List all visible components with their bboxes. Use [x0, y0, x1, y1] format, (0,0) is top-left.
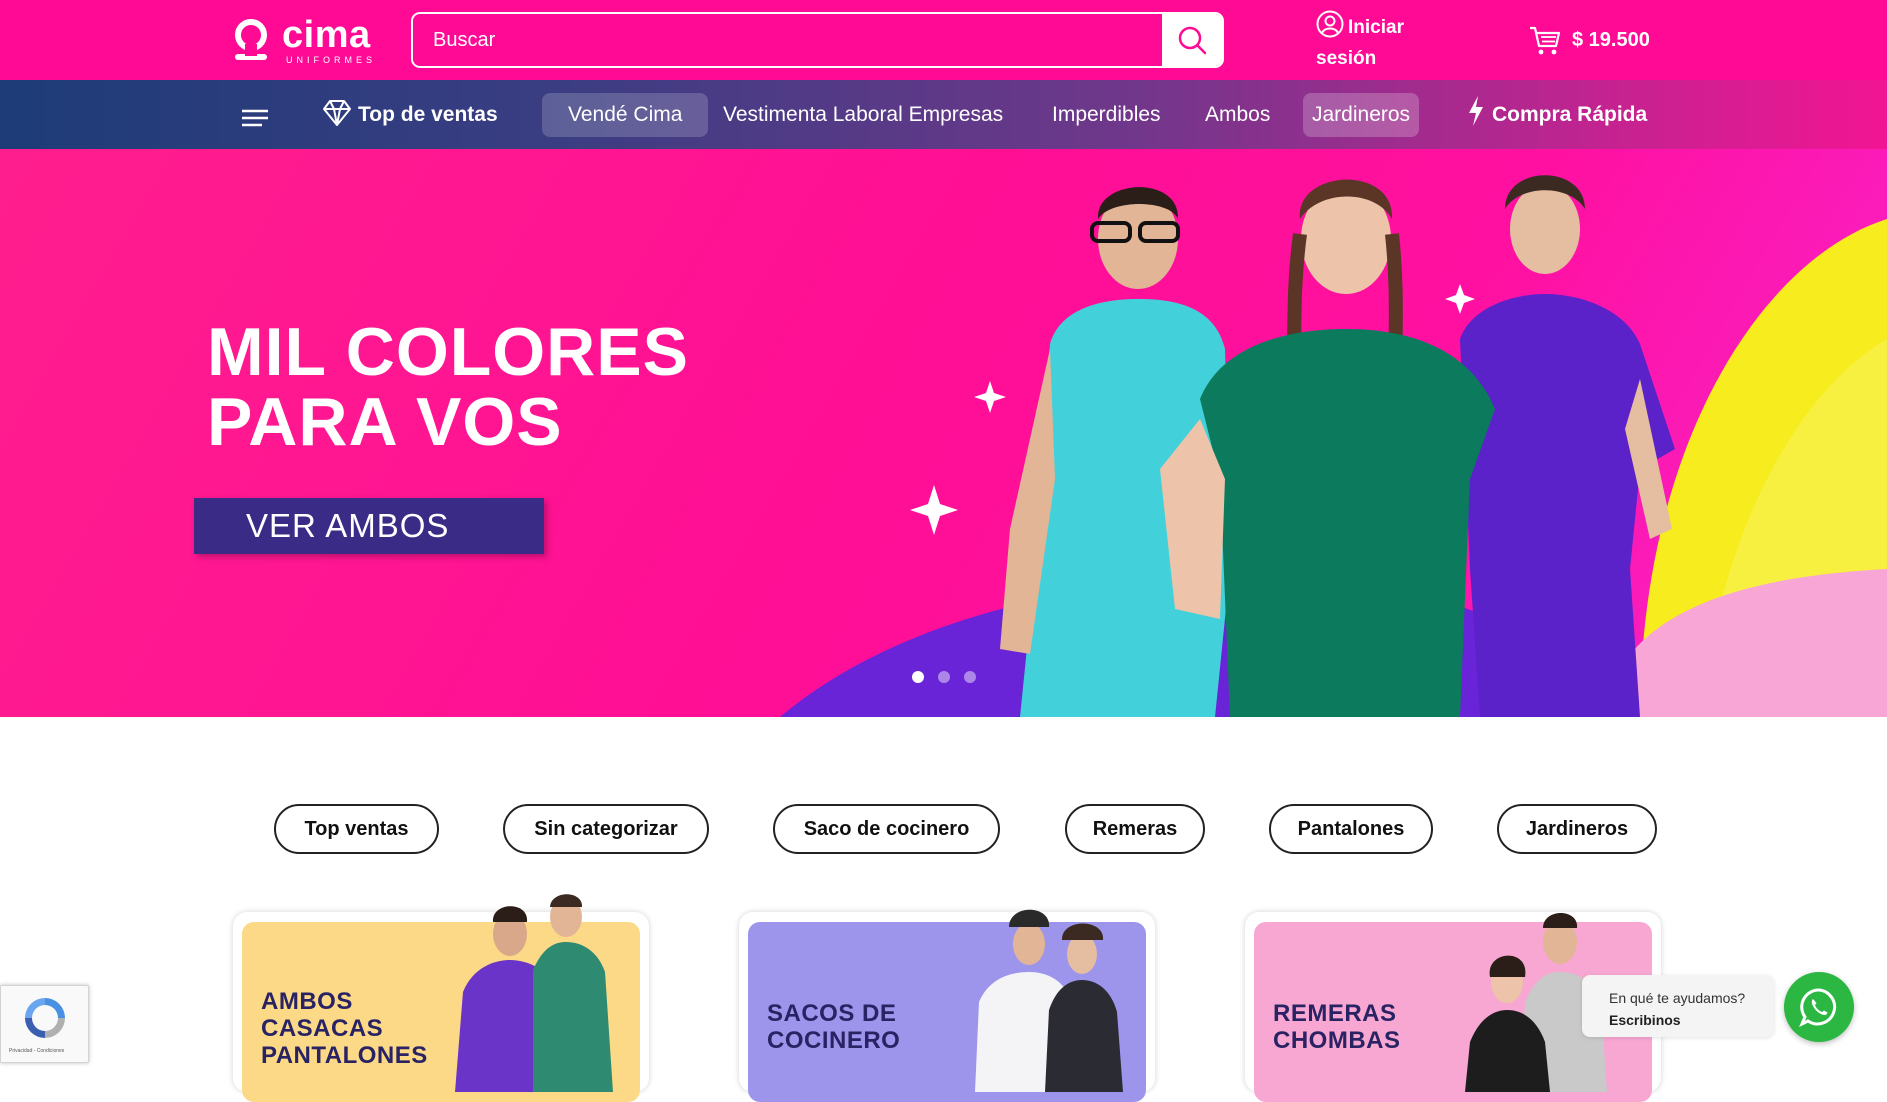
category-pill-saco-de-cocinero[interactable]: Saco de cocinero — [773, 804, 1000, 854]
carousel-dot[interactable] — [938, 671, 950, 683]
whatsapp-icon — [1799, 988, 1837, 1028]
category-card-ambos[interactable]: AMBOS CASACAS PANTALONES — [233, 894, 649, 1102]
search-icon — [1178, 26, 1207, 55]
diamond-icon — [323, 100, 351, 126]
carousel-dot[interactable] — [912, 671, 924, 683]
search-bar — [411, 12, 1224, 68]
top-header: cima UNIFORMES Iniciar sesión $ 19.500 — [0, 0, 1887, 80]
nav-compra-rapida-label: Compra Rápida — [1492, 103, 1648, 126]
category-pill-remeras[interactable]: Remeras — [1065, 804, 1205, 854]
login-label-line2: sesión — [1316, 48, 1377, 69]
recaptcha-icon — [25, 998, 65, 1038]
brand-subtitle: UNIFORMES — [286, 54, 376, 65]
cima-logo-icon — [235, 19, 267, 60]
hero-banner[interactable]: MIL COLORES PARA VOS VER AMBOS — [0, 149, 1887, 717]
cima-logo[interactable]: cima UNIFORMES — [232, 14, 376, 66]
nav-top-ventas[interactable]: Top de ventas — [322, 93, 498, 137]
nav-compra-rapida[interactable]: Compra Rápida — [1466, 93, 1647, 137]
category-pill-sin-categorizar[interactable]: Sin categorizar — [503, 804, 709, 854]
card-illustration — [975, 909, 1123, 1092]
nav-item-imperdibles[interactable]: Imperdibles — [1052, 93, 1161, 137]
nav-item-vestimenta-laboral[interactable]: Vestimenta Laboral Empresas — [723, 93, 1003, 137]
whatsapp-cta: Escribinos — [1609, 1012, 1681, 1028]
category-pill-jardineros[interactable]: Jardineros — [1497, 804, 1657, 854]
cart-icon — [1530, 26, 1561, 55]
recaptcha-links[interactable]: Privacidad - Condiciones — [9, 1048, 64, 1054]
category-pill-top-ventas[interactable]: Top ventas — [274, 804, 439, 854]
lightning-icon — [1469, 96, 1483, 126]
login-link[interactable]: Iniciar sesión — [1316, 10, 1436, 72]
whatsapp-prompt: En qué te ayudamos? — [1609, 990, 1746, 1006]
whatsapp-chat-bubble[interactable]: En qué te ayudamos? Escribinos — [1582, 975, 1774, 1037]
recaptcha-badge[interactable]: Privacidad - Condiciones — [0, 985, 89, 1063]
nav-item-vende-cima[interactable]: Vendé Cima — [542, 93, 709, 137]
hero-cta-button[interactable]: VER AMBOS — [194, 498, 544, 554]
login-label-line1: Iniciar — [1348, 17, 1404, 38]
menu-icon[interactable] — [240, 108, 270, 128]
brand-name: cima — [282, 13, 371, 56]
model-woman-purple — [1460, 175, 1675, 717]
card-illustration — [455, 894, 613, 1092]
main-nav: Top de ventas Vendé Cima Vestimenta Labo… — [0, 80, 1887, 149]
user-icon — [1316, 10, 1344, 38]
hero-title: MIL COLORES PARA VOS — [207, 314, 689, 460]
nav-item-jardineros[interactable]: Jardineros — [1303, 93, 1420, 137]
search-button[interactable] — [1162, 14, 1222, 66]
whatsapp-button[interactable] — [1784, 972, 1854, 1042]
category-card-sacos-de-cocinero[interactable]: SACOS DE COCINERO — [739, 909, 1155, 1102]
nav-item-ambos[interactable]: Ambos — [1205, 93, 1270, 137]
cart-button[interactable]: $ 19.500 — [1528, 22, 1650, 58]
carousel-dots — [912, 671, 976, 683]
carousel-dot[interactable] — [964, 671, 976, 683]
cart-total: $ 19.500 — [1572, 28, 1650, 51]
nav-top-ventas-label: Top de ventas — [358, 103, 498, 126]
category-pill-pantalones[interactable]: Pantalones — [1269, 804, 1433, 854]
search-input[interactable] — [413, 14, 1163, 66]
